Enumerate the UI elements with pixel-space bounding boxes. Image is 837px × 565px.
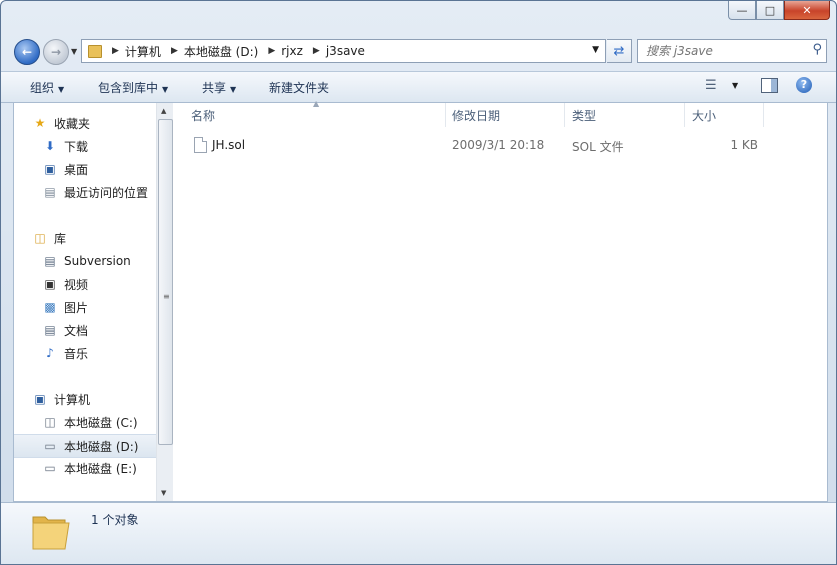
file-row[interactable]: JH.sol 2009/3/1 20:18 SOL 文件 1 KB <box>173 135 827 157</box>
nav-desktop-label: 桌面 <box>64 162 89 177</box>
chevron-down-icon: ▼ <box>230 85 237 94</box>
column-header-name[interactable]: 名称 <box>183 103 446 127</box>
grip-icon: ≡ <box>163 292 170 301</box>
folder-icon <box>32 516 70 550</box>
column-header-size[interactable]: 大小 <box>684 103 764 127</box>
close-button[interactable]: ✕ <box>784 1 830 20</box>
new-folder-button[interactable]: 新建文件夹 <box>269 79 329 96</box>
forward-arrow-icon: → <box>50 45 62 59</box>
document-library-icon: ▤ <box>44 254 56 268</box>
change-view-icon[interactable]: ☰ <box>705 78 717 93</box>
search-icon[interactable]: ⚲ <box>812 42 822 57</box>
navigation-bar: ← → ▼ ▶ 计算机 ▶ 本地磁盘 (D:) ▶ rjxz ▶ j3save … <box>1 35 836 69</box>
minimize-button[interactable]: — <box>728 1 756 20</box>
column-header-type[interactable]: 类型 <box>564 103 685 127</box>
recent-pages-dropdown[interactable]: ▼ <box>71 47 77 56</box>
nav-computer-label: 计算机 <box>54 392 91 407</box>
hard-drive-icon: ▭ <box>44 439 56 453</box>
chevron-down-icon: ▼ <box>58 85 65 94</box>
title-bar: — □ ✕ <box>1 1 836 33</box>
forward-button[interactable]: → <box>43 39 69 65</box>
document-icon: ▤ <box>44 323 56 337</box>
back-button[interactable]: ← <box>14 39 40 65</box>
chevron-down-icon: ▼ <box>162 85 169 94</box>
search-input[interactable] <box>644 42 798 60</box>
nav-favorites[interactable]: ★ 收藏夹 <box>14 112 174 134</box>
nav-drive-d-label: 本地磁盘 (D:) <box>64 439 139 454</box>
scroll-down-icon[interactable]: ▼ <box>161 489 166 497</box>
address-bar[interactable]: ▶ 计算机 ▶ 本地磁盘 (D:) ▶ rjxz ▶ j3save ▼ <box>81 39 606 63</box>
video-icon: ▣ <box>44 277 56 291</box>
nav-pictures-label: 图片 <box>64 300 89 315</box>
organize-menu[interactable]: 组织 ▼ <box>30 79 64 96</box>
nav-favorites-label: 收藏夹 <box>54 116 91 131</box>
navigation-pane: ★ 收藏夹 ⬇ 下载 ▣ 桌面 ▤ 最近访问的位置 ◫ 库 ▤ Subversi… <box>14 103 184 501</box>
include-in-library-menu[interactable]: 包含到库中 ▼ <box>98 79 168 96</box>
file-type: SOL 文件 <box>572 140 624 154</box>
nav-recent-label: 最近访问的位置 <box>64 185 149 200</box>
breadcrumb-separator-icon[interactable]: ▶ <box>171 46 178 56</box>
file-list: ▲ 名称 修改日期 类型 大小 JH.sol 2009/3/1 20:18 SO… <box>173 99 827 501</box>
folder-icon <box>88 44 102 58</box>
file-modified: 2009/3/1 20:18 <box>452 138 545 152</box>
nav-libraries[interactable]: ◫ 库 <box>14 227 174 249</box>
nav-subversion-label: Subversion <box>64 254 131 268</box>
library-icon: ◫ <box>34 231 46 245</box>
desktop-icon: ▣ <box>44 162 56 176</box>
details-pane: 1 个对象 <box>1 502 836 564</box>
breadcrumb-computer[interactable]: 计算机 <box>125 43 161 60</box>
share-label: 共享 <box>202 81 227 95</box>
help-icon[interactable]: ? <box>796 77 812 93</box>
view-dropdown-icon[interactable]: ▼ <box>732 81 738 90</box>
address-dropdown-icon[interactable]: ▼ <box>592 45 599 55</box>
item-count: 1 个对象 <box>91 513 139 527</box>
breadcrumb-separator-icon[interactable]: ▶ <box>112 46 119 56</box>
nav-documents-label: 文档 <box>64 323 89 338</box>
hard-drive-icon: ▭ <box>44 461 56 475</box>
scrollbar-thumb[interactable]: ≡ <box>158 119 173 445</box>
breadcrumb-separator-icon[interactable]: ▶ <box>313 46 320 56</box>
command-bar: 组织 ▼ 包含到库中 ▼ 共享 ▼ 新建文件夹 ☰ ▼ ? <box>1 71 836 103</box>
nav-videos-label: 视频 <box>64 277 89 292</box>
system-drive-icon: ◫ <box>44 415 56 429</box>
share-menu[interactable]: 共享 ▼ <box>202 79 236 96</box>
caption-buttons: — □ ✕ <box>728 1 830 20</box>
nav-downloads-label: 下载 <box>64 139 89 154</box>
breadcrumb-drive-d[interactable]: 本地磁盘 (D:) <box>184 43 258 60</box>
nav-drive-e-label: 本地磁盘 (E:) <box>64 461 137 476</box>
star-icon: ★ <box>34 116 46 130</box>
computer-icon: ▣ <box>34 392 46 406</box>
nav-libraries-label: 库 <box>54 231 67 246</box>
nav-drive-c-label: 本地磁盘 (C:) <box>64 415 138 430</box>
refresh-button[interactable]: ⇄ <box>607 39 632 63</box>
breadcrumb-j3save[interactable]: j3save <box>326 44 365 58</box>
breadcrumb-rjxz[interactable]: rjxz <box>281 44 303 58</box>
music-icon: ♪ <box>46 346 54 360</box>
recent-places-icon: ▤ <box>44 185 56 199</box>
picture-icon: ▩ <box>44 300 56 314</box>
content-area: ★ 收藏夹 ⬇ 下载 ▣ 桌面 ▤ 最近访问的位置 ◫ 库 ▤ Subversi… <box>13 99 828 502</box>
organize-label: 组织 <box>30 81 55 95</box>
column-header-modified[interactable]: 修改日期 <box>444 103 565 127</box>
refresh-icon: ⇄ <box>613 43 625 59</box>
preview-pane-icon[interactable] <box>761 78 778 93</box>
download-icon: ⬇ <box>44 139 56 153</box>
explorer-window: — □ ✕ ← → ▼ ▶ 计算机 ▶ 本地磁盘 (D:) ▶ rjxz ▶ j… <box>0 0 837 565</box>
nav-music-label: 音乐 <box>64 346 89 361</box>
include-in-library-label: 包含到库中 <box>98 81 159 95</box>
file-name: JH.sol <box>212 138 246 152</box>
file-size: 1 KB <box>730 138 758 152</box>
search-box[interactable]: ⚲ <box>637 39 827 63</box>
scroll-up-icon[interactable]: ▲ <box>161 107 166 115</box>
maximize-button[interactable]: □ <box>756 1 784 20</box>
breadcrumb-separator-icon[interactable]: ▶ <box>268 46 275 56</box>
nav-computer[interactable]: ▣ 计算机 <box>14 388 174 410</box>
nav-pane-scrollbar[interactable]: ▲ ≡ ▼ <box>156 103 173 501</box>
file-icon <box>194 137 207 153</box>
back-arrow-icon: ← <box>21 45 33 59</box>
